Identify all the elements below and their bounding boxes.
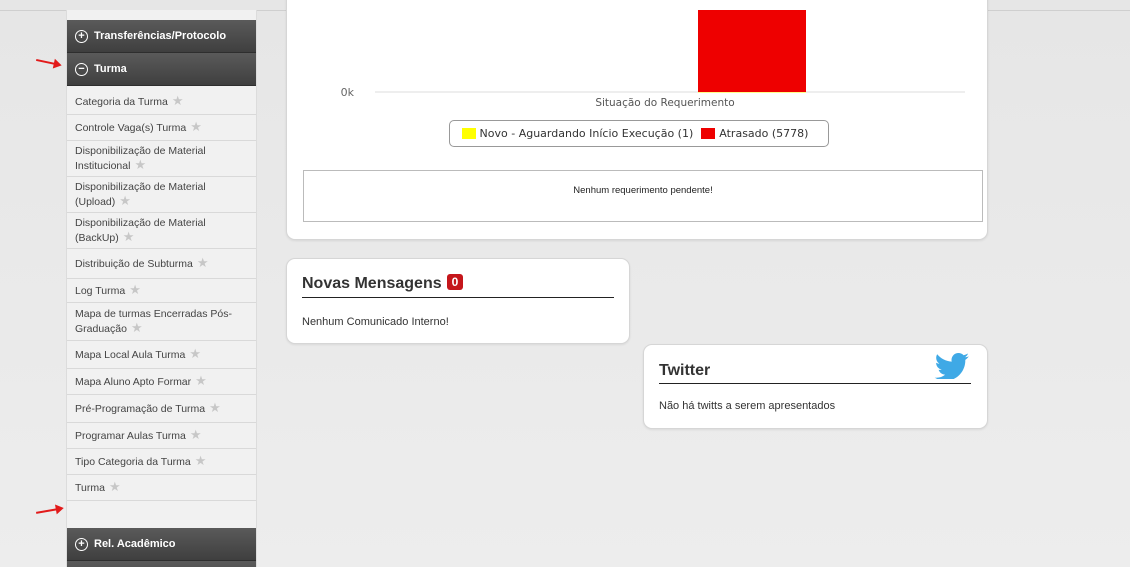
menu-item-content: Pré-Programação de Turma ★: [75, 401, 221, 416]
menu-item-label: Categoria da Turma: [75, 96, 168, 108]
twitter-title: Twitter: [659, 362, 711, 379]
section-next[interactable]: [67, 561, 256, 567]
mensagens-empty-text: Nenhum Comunicado Interno!: [302, 316, 449, 328]
sidebar-menu-item[interactable]: Disponibilização de Material Institucion…: [67, 141, 256, 177]
sidebar-menu-item[interactable]: Turma ★: [67, 475, 256, 501]
menu-item-content: Controle Vaga(s) Turma ★: [75, 120, 202, 135]
menu-item-content: Programar Aulas Turma ★: [75, 428, 202, 443]
mensagens-card: Novas Mensagens 0 Nenhum Comunicado Inter…: [286, 258, 630, 344]
section-turma[interactable]: − Turma: [67, 53, 256, 86]
favorite-star-icon[interactable]: ★: [123, 229, 135, 244]
favorite-star-icon[interactable]: ★: [109, 479, 121, 494]
menu-item-content: Tipo Categoria da Turma ★: [75, 454, 206, 469]
sidebar-menu-item[interactable]: Controle Vaga(s) Turma ★: [67, 115, 256, 141]
favorite-star-icon[interactable]: ★: [134, 157, 146, 172]
plus-circle-icon: +: [75, 537, 88, 551]
menu-item-content: Log Turma ★: [75, 283, 141, 298]
sidebar-menu-item[interactable]: Log Turma ★: [67, 279, 256, 303]
legend-label: Novo - Aguardando Início Execução (1): [479, 127, 694, 140]
favorite-star-icon[interactable]: ★: [195, 453, 207, 468]
menu-item-content: Mapa Aluno Apto Formar ★: [75, 374, 207, 389]
annotation-arrow: [36, 58, 56, 66]
minus-circle-icon: −: [75, 62, 88, 76]
section-label: Turma: [94, 63, 127, 75]
menu-item-content: Disponibilização de Material (BackUp) ★: [75, 217, 250, 245]
y-tick-label: 0k: [341, 86, 355, 99]
twitter-bird-icon[interactable]: [934, 353, 970, 379]
legend-item[interactable]: Atrasado (5778): [701, 127, 808, 140]
menu-item-label: Mapa de turmas Encerradas Pós-Graduação: [75, 307, 232, 335]
turma-menu-list: Categoria da Turma ★ Controle Vaga(s) Turm…: [67, 89, 256, 501]
sidebar-menu-item[interactable]: Distribuição de Subturma ★: [67, 249, 256, 279]
legend-swatch: [461, 128, 476, 139]
legend-swatch: [701, 128, 716, 139]
x-axis-label: Situação do Requerimento: [595, 97, 734, 109]
plus-circle-icon: +: [75, 29, 88, 43]
requerimentos-empty-text: Nenhum requerimento pendente!: [573, 185, 713, 196]
section-label: Rel. Acadêmico: [94, 538, 176, 550]
menu-item-content: Disponibilização de Material Institucion…: [75, 145, 250, 173]
sidebar-menu-item[interactable]: Categoria da Turma ★: [67, 89, 256, 115]
sidebar-menu-item[interactable]: Disponibilização de Material (BackUp) ★: [67, 213, 256, 249]
favorite-star-icon[interactable]: ★: [131, 320, 143, 335]
section-label: Transferências/Protocolo: [94, 30, 227, 42]
favorite-star-icon[interactable]: ★: [190, 119, 202, 134]
section-transferencias[interactable]: + Transferências/Protocolo: [67, 20, 256, 53]
sidebar-menu-item[interactable]: Tipo Categoria da Turma ★: [67, 449, 256, 475]
menu-item-content: Categoria da Turma ★: [75, 94, 183, 109]
page-background: + Transferências/Protocolo − Turma Categ…: [0, 0, 1130, 567]
twitter-rule: [659, 383, 971, 384]
menu-item-label: Pré-Programação de Turma: [75, 403, 206, 415]
legend-label: Atrasado (5778): [719, 127, 809, 140]
legend-item[interactable]: Novo - Aguardando Início Execução (1): [461, 127, 694, 140]
menu-item-content: Disponibilização de Material (Upload) ★: [75, 181, 250, 209]
menu-item-label: Disponibilização de Material (Upload): [75, 180, 206, 208]
annotation-arrow: [35, 508, 59, 514]
menu-item-content: Turma ★: [75, 480, 121, 495]
favorite-star-icon[interactable]: ★: [129, 282, 141, 297]
requerimentos-chart: 0k2kSituação do Requerimento: [341, 10, 965, 109]
favorite-star-icon[interactable]: ★: [190, 427, 202, 442]
sidebar-menu-item[interactable]: Mapa Aluno Apto Formar ★: [67, 369, 256, 395]
favorite-star-icon[interactable]: ★: [172, 93, 184, 108]
section-rel-academico[interactable]: + Rel. Acadêmico: [67, 528, 256, 561]
menu-item-content: Distribuição de Subturma ★: [75, 256, 209, 271]
sidebar-menu-item[interactable]: Mapa de turmas Encerradas Pós-Graduação ★: [67, 303, 256, 341]
favorite-star-icon[interactable]: ★: [189, 346, 201, 361]
mensagens-title-text: Novas Mensagens: [302, 275, 442, 292]
sidebar-menu-item[interactable]: Disponibilização de Material (Upload) ★: [67, 177, 256, 213]
chart-bar[interactable]: [698, 91, 806, 93]
menu-item-label: Turma: [75, 482, 105, 494]
menu-item-label: Mapa Local Aula Turma: [75, 349, 186, 361]
menu-item-label: Mapa Aluno Apto Formar: [75, 376, 192, 388]
menu-item-content: Mapa de turmas Encerradas Pós-Graduação ★: [75, 308, 250, 336]
menu-item-label: Controle Vaga(s) Turma: [75, 122, 187, 134]
menu-item-label: Disponibilização de Material (BackUp): [75, 216, 206, 244]
mensagens-rule: [302, 297, 614, 298]
favorite-star-icon[interactable]: ★: [195, 373, 207, 388]
menu-item-label: Distribuição de Subturma: [75, 258, 193, 270]
requerimentos-empty-box: Nenhum requerimento pendente!: [303, 170, 983, 222]
favorite-star-icon[interactable]: ★: [119, 193, 131, 208]
menu-item-label: Log Turma: [75, 285, 126, 297]
menu-item-content: Mapa Local Aula Turma ★: [75, 347, 201, 362]
sidebar: + Transferências/Protocolo − Turma Categ…: [66, 10, 257, 567]
favorite-star-icon[interactable]: ★: [197, 255, 209, 270]
sidebar-menu-item[interactable]: Mapa Local Aula Turma ★: [67, 341, 256, 369]
sidebar-menu-item[interactable]: Programar Aulas Turma ★: [67, 423, 256, 449]
mensagens-title: Novas Mensagens 0: [302, 274, 464, 293]
mensagens-count-badge: 0: [446, 274, 464, 290]
chart-legend: Novo - Aguardando Início Execução (1) At…: [449, 120, 829, 147]
twitter-empty-text: Não há twitts a serem apresentados: [659, 400, 836, 412]
favorite-star-icon[interactable]: ★: [209, 400, 221, 415]
sidebar-menu-item[interactable]: Pré-Programação de Turma ★: [67, 395, 256, 423]
menu-item-label: Tipo Categoria da Turma: [75, 456, 191, 468]
menu-item-label: Programar Aulas Turma: [75, 430, 186, 442]
chart-bar[interactable]: [698, 10, 806, 92]
